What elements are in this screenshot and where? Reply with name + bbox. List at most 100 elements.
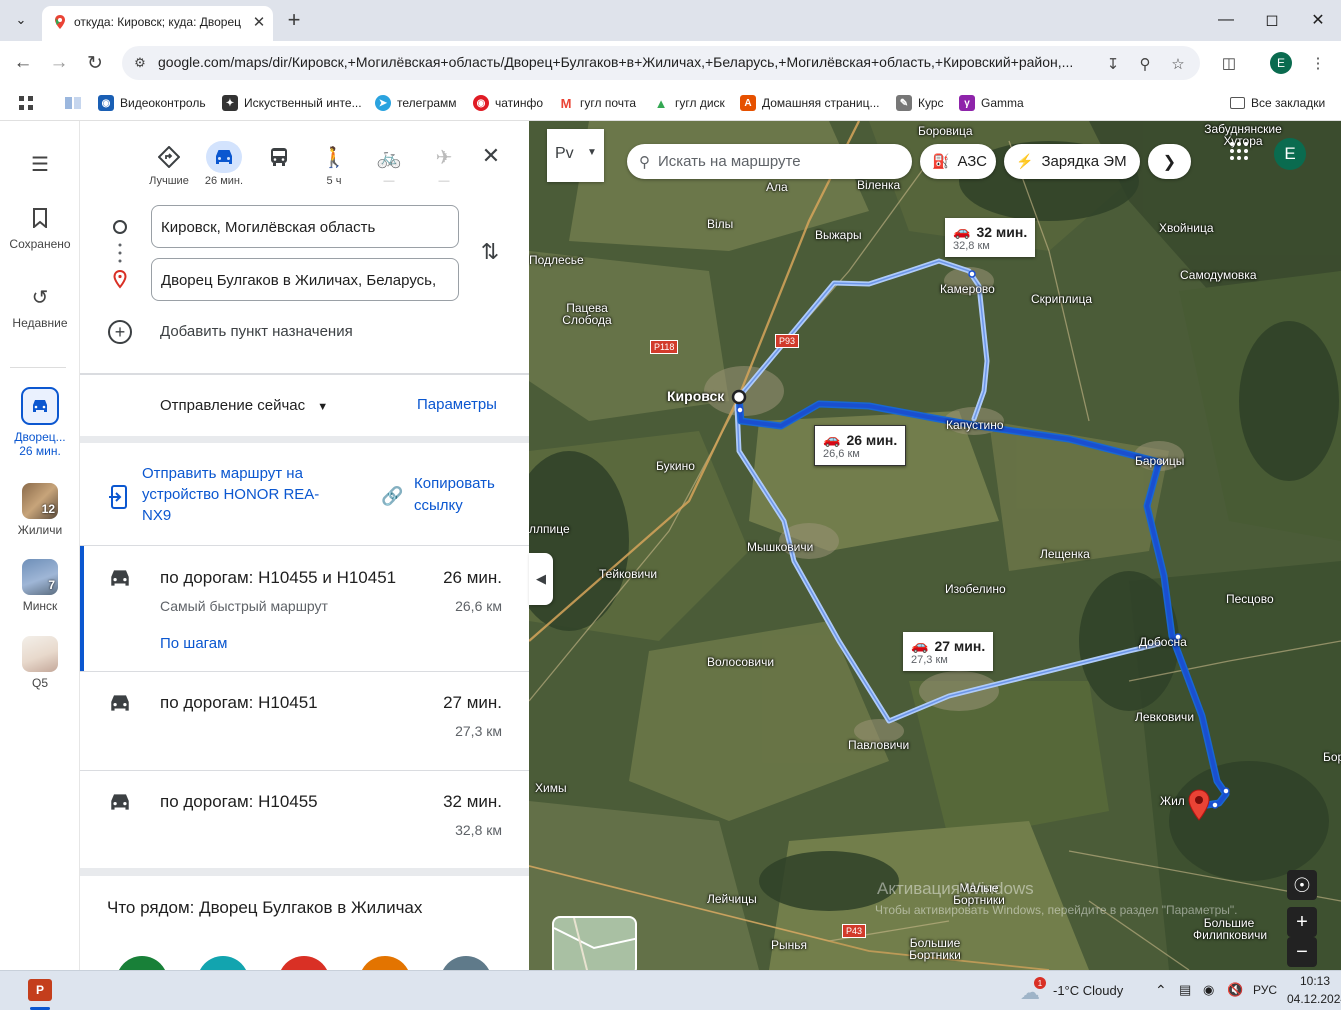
bookmark-home[interactable]: A Домашняя страниц... <box>740 93 880 113</box>
place-label: Кировск <box>667 388 725 404</box>
site-info-icon[interactable]: ⚙ <box>130 53 150 73</box>
rail-saved-label: Сохранено <box>9 237 71 251</box>
active-tab[interactable]: откуда: Кировск; куда: Дворец Булгаков в… <box>42 6 273 41</box>
reading-list-icon[interactable] <box>64 93 82 113</box>
my-location-icon[interactable]: ☉ <box>1287 870 1317 900</box>
nearby-category-button[interactable] <box>197 956 249 970</box>
add-destination-icon[interactable]: + <box>108 320 132 344</box>
nearby-category-button[interactable] <box>278 956 330 970</box>
add-destination-button[interactable]: Добавить пункт назначения <box>160 323 353 340</box>
language-indicator[interactable]: РУС <box>1253 983 1277 997</box>
mode-car[interactable]: 26 мин. <box>201 141 247 187</box>
extensions-icon[interactable]: ◫ <box>1218 52 1240 74</box>
route-search-box[interactable]: ⚲ Искать на маршруте <box>627 144 912 179</box>
collapse-panel-button[interactable]: ◀ <box>529 553 553 605</box>
bookmark-gmail[interactable]: Mгугл почта <box>558 93 636 113</box>
mode-transit[interactable] <box>256 141 302 175</box>
forward-button[interactable]: → <box>45 49 73 77</box>
mode-flight[interactable]: ✈ — <box>421 141 467 188</box>
apps-grid-icon[interactable] <box>18 93 34 113</box>
place-thumbnail: 12 <box>22 483 58 519</box>
bookmark-course[interactable]: ✎ Курс <box>896 93 944 113</box>
rail-place-zhilichi[interactable]: 12 Жиличи <box>0 483 80 537</box>
tab-list-button[interactable]: ⌄ <box>9 8 33 32</box>
bookmark-star-icon[interactable]: ☆ <box>1167 53 1189 75</box>
bookmark-videocontrol[interactable]: ◉ Видеоконтроль <box>98 93 206 113</box>
chip-ev-label: Зарядка ЭМ <box>1041 153 1127 170</box>
bookmark-chatinfo[interactable]: ◉ чатинфо <box>473 93 543 113</box>
chip-fuel[interactable]: ⛽ АЗС <box>920 144 996 179</box>
weather-text[interactable]: -1°C Cloudy <box>1053 983 1123 998</box>
map-canvas[interactable]: Боровица Забуднянские Хутора Ала Віленка… <box>529 121 1341 970</box>
departure-dropdown[interactable]: Отправление сейчас ▼ <box>160 397 328 414</box>
install-app-icon[interactable]: ↧ <box>1102 53 1124 75</box>
rail-item-label: Жиличи <box>17 523 63 537</box>
route-callout-32[interactable]: 🚗 32 мин. 32,8 км <box>945 218 1036 257</box>
swap-icon[interactable]: ⇅ <box>478 237 502 267</box>
mode-walk[interactable]: 🚶 5 ч <box>311 141 357 188</box>
clock-date[interactable]: 04.12.2024 <box>1287 992 1341 1006</box>
rail-recent[interactable]: ↺ Недавние <box>0 284 80 331</box>
zoom-in-button[interactable]: + <box>1287 907 1317 937</box>
route-option-3[interactable]: по дорогам: Н10455 32 мин. 32,8 км <box>80 771 529 868</box>
route-option-2[interactable]: по дорогам: Н10451 27 мин. 27,3 км <box>80 672 529 770</box>
omnibox[interactable]: ⚙ google.com/maps/dir/Кировск,+Могилёвск… <box>122 46 1200 80</box>
route-option-1[interactable]: по дорогам: Н10455 и Н10451 26 мин. Самы… <box>80 546 529 671</box>
network-icon[interactable]: ▤ <box>1179 982 1191 998</box>
bookmark-gamma[interactable]: γ Gamma <box>959 93 1024 113</box>
nearby-category-button[interactable] <box>116 956 168 970</box>
options-link[interactable]: Параметры <box>417 396 497 413</box>
map-type-toggle[interactable] <box>552 916 637 970</box>
chips-next-icon[interactable]: ❯ <box>1148 144 1191 179</box>
zoom-out-button[interactable]: − <box>1287 937 1317 967</box>
browser-menu-icon[interactable]: ⋮ <box>1307 52 1329 74</box>
profile-avatar[interactable]: E <box>1270 52 1292 74</box>
rail-recent-directions[interactable]: Дворец... 26 мин. <box>0 387 80 458</box>
account-avatar[interactable]: E <box>1274 138 1306 170</box>
maximize-button[interactable]: ◻ <box>1249 0 1295 40</box>
copy-link-button[interactable]: Копировать ссылку <box>414 473 514 517</box>
nearby-category-button[interactable] <box>440 956 492 970</box>
caret-down-icon: ▼ <box>317 401 329 413</box>
route-time: 26 мин. <box>443 568 502 587</box>
route-callout-26[interactable]: 🚗 26 мин. 26,6 км <box>814 425 907 466</box>
route-callout-27[interactable]: 🚗 27 мин. 27,3 км <box>903 632 994 671</box>
tab-close-icon[interactable]: ✕ <box>250 13 268 31</box>
bookmark-drive[interactable]: ▲ гугл диск <box>653 93 725 113</box>
google-apps-icon[interactable] <box>1229 141 1253 165</box>
send-to-device-link[interactable]: Отправить маршрут на устройство HONOR RE… <box>142 463 342 526</box>
rail-place-q5[interactable]: Q5 <box>0 636 80 690</box>
reload-button[interactable]: ↻ <box>81 49 109 77</box>
window-close-button[interactable]: ✕ <box>1295 0 1341 40</box>
zoom-icon[interactable]: ⚲ <box>1134 53 1156 75</box>
destination-input[interactable]: Дворец Булгаков в Жиличах, Беларусь, <box>151 258 459 301</box>
bookmark-telegram[interactable]: ➤ телеграмм <box>375 93 457 113</box>
webcam-icon[interactable]: ◉ <box>1203 982 1214 998</box>
mode-best[interactable]: Лучшие <box>146 141 192 187</box>
powerpoint-icon[interactable]: P <box>28 979 52 1001</box>
minimize-button[interactable]: — <box>1203 0 1249 40</box>
search-input[interactable]: Искать на маршруте <box>658 153 801 170</box>
clock-time[interactable]: 10:13 <box>1300 974 1330 988</box>
layers-dropdown[interactable]: Рv ▼ <box>547 129 604 182</box>
mode-bike[interactable]: 🚲 — <box>366 141 412 188</box>
nearby-category-button[interactable] <box>359 956 411 970</box>
tray-overflow-icon[interactable]: ⌃ <box>1155 982 1167 999</box>
steps-link[interactable]: По шагам <box>160 635 227 652</box>
menu-button[interactable]: ☰ <box>0 151 80 183</box>
volume-muted-icon[interactable]: 🔇 <box>1227 982 1243 998</box>
back-button[interactable]: ← <box>9 49 37 77</box>
url-text[interactable]: google.com/maps/dir/Кировск,+Могилёвская… <box>158 54 1088 70</box>
bookmark-ai[interactable]: ✦ Искуственный инте... <box>222 93 362 113</box>
rail-saved[interactable]: Сохранено <box>0 205 80 251</box>
road-shield: Р118 <box>650 340 679 354</box>
route-time: 32 мин. <box>443 792 502 811</box>
close-directions-icon[interactable]: ✕ <box>478 143 504 169</box>
new-tab-button[interactable]: + <box>282 7 306 32</box>
origin-input[interactable]: Кировск, Могилёвская область <box>151 205 459 248</box>
all-bookmarks[interactable]: Все закладки <box>1230 93 1325 113</box>
destination-pin-icon[interactable] <box>1187 789 1211 821</box>
rail-place-minsk[interactable]: 7 Минск <box>0 559 80 613</box>
origin-marker[interactable] <box>731 389 747 405</box>
chip-ev-charging[interactable]: ⚡ Зарядка ЭМ <box>1004 144 1140 179</box>
